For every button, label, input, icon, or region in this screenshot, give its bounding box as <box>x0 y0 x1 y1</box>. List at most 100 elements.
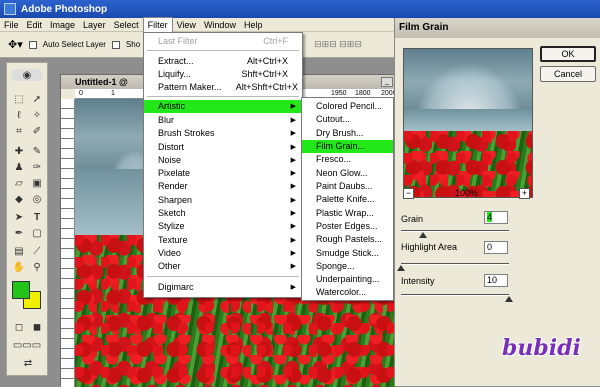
submenu-item-palette-knife[interactable]: Palette Knife... <box>302 193 393 206</box>
eraser-icon[interactable]: ▱ <box>11 177 27 191</box>
watermark: bubidi <box>502 335 581 361</box>
menu-item-stylize[interactable]: Stylize ▶ <box>144 220 302 233</box>
gradient-tool-icon[interactable]: ▣ <box>29 177 45 191</box>
submenu-item-paint-daubs[interactable]: Paint Daubs... <box>302 180 393 193</box>
screen-mode-icon[interactable]: ▭▭▭ <box>9 339 45 353</box>
zoom-in-button[interactable]: + <box>519 188 530 199</box>
zoom-tool-icon[interactable]: ⚲ <box>29 261 45 275</box>
menu-item-label: Stylize <box>158 221 185 231</box>
blur-tool-icon[interactable]: ◆ <box>11 193 27 207</box>
marquee-tool-icon[interactable]: ⬚ <box>11 93 27 107</box>
menu-item-pixelate[interactable]: Pixelate ▶ <box>144 167 302 180</box>
submenu-item-colored-pencil[interactable]: Colored Pencil... <box>302 100 393 113</box>
menu-item-artistic[interactable]: Artistic ▶ <box>144 100 302 113</box>
submenu-item-dry-brush[interactable]: Dry Brush... <box>302 127 393 140</box>
menu-item-label: Texture <box>158 235 188 245</box>
shape-tool-icon[interactable]: ▢ <box>29 227 45 241</box>
ok-button[interactable]: OK <box>540 46 596 62</box>
history-brush-icon[interactable]: ✑ <box>29 161 45 175</box>
quick-mask-on-icon[interactable]: ◼ <box>29 321 45 335</box>
menu-item-extract[interactable]: Extract... Alt+Ctrl+X <box>144 55 302 68</box>
submenu-arrow-icon: ▶ <box>290 284 296 291</box>
move-tool-icon[interactable]: ✥▾ <box>8 38 23 51</box>
menu-item-sketch[interactable]: Sketch ▶ <box>144 207 302 220</box>
cancel-button[interactable]: Cancel <box>540 66 596 82</box>
intensity-slider-thumb[interactable] <box>505 296 513 302</box>
intensity-slider-track[interactable] <box>401 294 509 296</box>
brush-tool-icon[interactable]: ✎ <box>29 145 45 159</box>
menu-filter[interactable]: Filter <box>142 17 173 32</box>
type-tool-icon[interactable]: T <box>29 211 45 225</box>
submenu-item-neon-glow[interactable]: Neon Glow... <box>302 167 393 180</box>
menu-view[interactable]: View <box>173 18 200 32</box>
submenu-item-smudge-stick[interactable]: Smudge Stick... <box>302 247 393 260</box>
jump-to-imageready-icon[interactable]: ⇄ <box>17 357 39 371</box>
align-icons[interactable]: ⊟⊞⊟ ⊟⊞⊟ <box>314 39 362 50</box>
submenu-item-watercolor[interactable]: Watercolor... <box>302 286 393 299</box>
move-tool-icon[interactable]: ➚ <box>29 93 45 107</box>
slice-tool-icon[interactable]: ✐ <box>29 125 45 139</box>
menu-item-liquify[interactable]: Liquify... Shft+Ctrl+X <box>144 68 302 81</box>
healing-brush-icon[interactable]: ✚ <box>11 145 27 159</box>
submenu-item-poster-edges[interactable]: Poster Edges... <box>302 220 393 233</box>
dodge-tool-icon[interactable]: ◎ <box>29 193 45 207</box>
zoom-out-button[interactable]: − <box>403 188 414 199</box>
submenu-item-sponge[interactable]: Sponge... <box>302 260 393 273</box>
grain-input[interactable]: 4 <box>484 211 508 224</box>
menu-edit[interactable]: Edit <box>23 18 47 32</box>
grain-value: 4 <box>487 212 493 222</box>
eyedropper-icon[interactable]: ⟋ <box>29 245 45 259</box>
quick-mask-icon[interactable]: ◻ <box>11 321 27 335</box>
menu-item-pattern-maker[interactable]: Pattern Maker... Alt+Shft+Ctrl+X <box>144 81 302 94</box>
menu-item-last-filter: Last Filter Ctrl+F <box>144 35 302 48</box>
grain-label: Grain <box>401 214 424 224</box>
menu-select[interactable]: Select <box>110 18 143 32</box>
film-grain-dialog: Film Grain OK Cancel − 100% + Grain 4 Hi… <box>394 18 600 386</box>
menu-item-sharpen[interactable]: Sharpen ▶ <box>144 194 302 207</box>
menu-item-video[interactable]: Video ▶ <box>144 247 302 260</box>
auto-select-checkbox[interactable] <box>28 40 37 49</box>
pen-tool-icon[interactable]: ✒ <box>11 227 27 241</box>
ruler-mark: 1 <box>111 90 115 97</box>
submenu-item-cutout[interactable]: Cutout... <box>302 113 393 126</box>
submenu-item-plastic-wrap[interactable]: Plastic Wrap... <box>302 207 393 220</box>
submenu-item-fresco[interactable]: Fresco... <box>302 153 393 166</box>
show-checkbox[interactable] <box>111 40 120 49</box>
menu-item-label: Render <box>158 181 188 191</box>
menu-item-render[interactable]: Render ▶ <box>144 180 302 193</box>
menu-file[interactable]: File <box>0 18 23 32</box>
submenu-item-underpainting[interactable]: Underpainting... <box>302 273 393 286</box>
document-minimize-button[interactable]: _ <box>381 77 393 87</box>
notes-tool-icon[interactable]: ▤ <box>11 245 27 259</box>
crop-tool-icon[interactable]: ⌗ <box>11 125 27 139</box>
grain-slider-thumb[interactable] <box>418 232 427 238</box>
menu-layer[interactable]: Layer <box>79 18 110 32</box>
filter-preview[interactable] <box>403 48 533 198</box>
magic-wand-icon[interactable]: ✧ <box>29 109 45 123</box>
menu-item-texture[interactable]: Texture ▶ <box>144 234 302 247</box>
menu-item-other[interactable]: Other ▶ <box>144 260 302 273</box>
grain-slider-track[interactable] <box>401 230 509 232</box>
ruler-mark: 0 <box>79 90 83 97</box>
menu-item-brush-strokes[interactable]: Brush Strokes ▶ <box>144 127 302 140</box>
menu-item-blur[interactable]: Blur ▶ <box>144 114 302 127</box>
menu-window[interactable]: Window <box>200 18 240 32</box>
clone-stamp-icon[interactable]: ♟ <box>11 161 27 175</box>
intensity-input[interactable]: 10 <box>484 274 508 287</box>
menu-item-distort[interactable]: Distort ▶ <box>144 141 302 154</box>
hand-tool-icon[interactable]: ✋ <box>11 261 27 275</box>
submenu-arrow-icon: ▶ <box>290 117 296 124</box>
lasso-tool-icon[interactable]: ℓ <box>11 109 27 123</box>
highlight-area-slider-track[interactable] <box>401 263 509 265</box>
menu-item-noise[interactable]: Noise ▶ <box>144 154 302 167</box>
highlight-area-slider-thumb[interactable] <box>397 265 405 271</box>
submenu-item-rough-pastels[interactable]: Rough Pastels... <box>302 233 393 246</box>
menu-help[interactable]: Help <box>240 18 267 32</box>
menu-item-digimarc[interactable]: Digimarc ▶ <box>144 281 302 294</box>
path-select-icon[interactable]: ➤ <box>11 211 27 225</box>
highlight-area-input[interactable]: 0 <box>484 241 508 254</box>
highlight-area-label: Highlight Area <box>401 242 458 252</box>
menu-image[interactable]: Image <box>46 18 79 32</box>
foreground-color-swatch[interactable] <box>12 281 30 299</box>
submenu-item-film-grain[interactable]: Film Grain... <box>302 140 393 153</box>
